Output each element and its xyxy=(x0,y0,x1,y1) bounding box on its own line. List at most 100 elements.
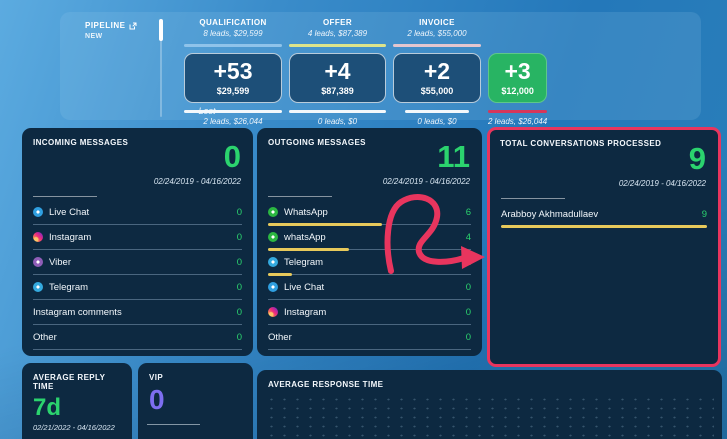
total-conversations-panel: TOTAL CONVERSATIONS PROCESSED 9 02/24/20… xyxy=(487,127,721,367)
divider xyxy=(147,424,200,425)
pipeline-stage: QUALIFICATION 8 leads, $29,599 +53 $29,5… xyxy=(184,18,282,126)
stage-progress-bar xyxy=(393,44,481,47)
pipeline-title: PIPELINE xyxy=(85,21,125,30)
stage-lost-summary: 2 leads, $26,044 xyxy=(203,117,262,126)
stage-card[interactable]: +4 $87,389 xyxy=(289,53,386,103)
stage-name: INVOICE xyxy=(419,18,455,28)
channel-label: Viber xyxy=(49,257,237,268)
channel-row: Instagram 0 xyxy=(268,300,471,325)
stage-lost-bar xyxy=(488,110,547,113)
channel-label: Other xyxy=(268,332,466,343)
livechat-icon xyxy=(268,282,278,292)
channel-row: Instagram comments 0 xyxy=(33,300,242,325)
channel-label: Live Chat xyxy=(284,282,466,293)
divider xyxy=(501,198,565,199)
conversations-total: 9 xyxy=(689,143,706,174)
channel-value: 0 xyxy=(237,207,242,218)
channel-label: Other xyxy=(33,332,237,343)
incoming-messages-panel: INCOMING MESSAGES 0 02/24/2019 - 04/16/2… xyxy=(22,128,253,356)
panel-title: AVERAGE RESPONSE TIME xyxy=(268,380,711,389)
stage-progress-bar xyxy=(184,44,282,47)
channel-label: Instagram comments xyxy=(33,307,237,318)
telegram-icon xyxy=(268,257,278,267)
stage-card-count: +53 xyxy=(213,60,252,83)
stage-card-count: +3 xyxy=(504,60,530,83)
channel-label: Live Chat xyxy=(49,207,237,218)
user-list: Arabboy Akhmadullaev 9 xyxy=(501,202,707,227)
outgoing-total: 11 xyxy=(437,141,470,172)
pipeline-stages: QUALIFICATION 8 leads, $29,599 +53 $29,5… xyxy=(184,18,547,126)
channel-label: whatsApp xyxy=(284,232,466,243)
date-range: 02/24/2019 - 04/16/2022 xyxy=(383,177,470,186)
pipeline-stage: +3 $12,000 2 leads, $26,044 xyxy=(488,18,547,126)
chart-grid xyxy=(265,395,714,439)
channel-row: Viber 0 xyxy=(33,250,242,275)
outgoing-messages-panel: OUTGOING MESSAGES 11 02/24/2019 - 04/16/… xyxy=(257,128,482,356)
external-link-icon[interactable] xyxy=(129,22,137,30)
livechat-icon xyxy=(33,207,43,217)
channel-row: Telegram 1 xyxy=(268,250,471,275)
channel-value: 0 xyxy=(237,282,242,293)
stage-card-count: +4 xyxy=(324,60,350,83)
stage-card-amount: $55,000 xyxy=(421,86,454,96)
channel-row: Other 0 xyxy=(268,325,471,350)
whatsapp-icon xyxy=(268,232,278,242)
scrollbar-thumb[interactable] xyxy=(159,19,163,41)
average-reply-time-panel: AVERAGE REPLY TIME 7d 02/21/2022 - 04/16… xyxy=(22,363,132,439)
channel-row: Live Chat 0 xyxy=(33,200,242,225)
user-row: Arabboy Akhmadullaev 9 xyxy=(501,202,707,227)
channel-value: 0 xyxy=(237,332,242,343)
channel-value: 0 xyxy=(466,282,471,293)
stage-card-count: +2 xyxy=(424,60,450,83)
pipeline-status: NEW xyxy=(85,33,137,40)
stage-card-amount: $12,000 xyxy=(501,86,534,96)
channel-value: 0 xyxy=(466,307,471,318)
stage-progress-bar xyxy=(289,44,386,47)
pipeline-scrollbar[interactable] xyxy=(160,19,162,117)
user-bar xyxy=(501,225,707,228)
average-response-time-panel: AVERAGE RESPONSE TIME xyxy=(257,370,722,439)
stage-summary: 2 leads, $55,000 xyxy=(407,29,466,40)
channel-label: Instagram xyxy=(284,307,466,318)
channel-value: 0 xyxy=(237,307,242,318)
stage-card[interactable]: +2 $55,000 xyxy=(393,53,481,103)
stage-lost-bar xyxy=(289,110,386,113)
stage-summary: 4 leads, $87,389 xyxy=(308,29,367,40)
channel-value: 0 xyxy=(237,232,242,243)
panel-title: TOTAL CONVERSATIONS PROCESSED xyxy=(500,139,708,148)
channel-list: WhatsApp 6 whatsApp 4 Telegram 1 Live Ch… xyxy=(268,200,471,350)
stage-card-amount: $29,599 xyxy=(217,86,250,96)
user-value: 9 xyxy=(702,209,707,220)
instagram-icon xyxy=(268,307,278,317)
stage-card[interactable]: +3 $12,000 xyxy=(488,53,547,103)
panel-title: INCOMING MESSAGES xyxy=(33,138,242,147)
stage-lost-summary: 2 leads, $26,044 xyxy=(488,117,547,126)
date-range: 02/24/2019 - 04/16/2022 xyxy=(619,179,706,188)
pipeline-stage: INVOICE 2 leads, $55,000 +2 $55,000 0 le… xyxy=(393,18,481,126)
pipeline-link[interactable]: PIPELINE xyxy=(85,21,137,30)
date-range: 02/24/2019 - 04/16/2022 xyxy=(154,177,241,186)
telegram-icon xyxy=(33,282,43,292)
stage-name: OFFER xyxy=(323,18,352,28)
incoming-total: 0 xyxy=(224,141,241,172)
stage-card[interactable]: +53 $29,599 xyxy=(184,53,282,103)
user-label: Arabboy Akhmadullaev xyxy=(501,209,702,220)
channel-label: Instagram xyxy=(49,232,237,243)
divider xyxy=(268,196,332,197)
pipeline-stage: OFFER 4 leads, $87,389 +4 $87,389 0 lead… xyxy=(289,18,386,126)
vip-panel: VIP 0 xyxy=(138,363,253,439)
channel-row: whatsApp 4 xyxy=(268,225,471,250)
viber-icon xyxy=(33,257,43,267)
date-range: 02/21/2022 - 04/16/2022 xyxy=(33,423,121,432)
channel-row: Live Chat 0 xyxy=(268,275,471,300)
channel-value: 0 xyxy=(237,257,242,268)
channel-value: 4 xyxy=(466,232,471,243)
channel-label: Telegram xyxy=(49,282,237,293)
stage-card-amount: $87,389 xyxy=(321,86,354,96)
instagram-icon xyxy=(33,232,43,242)
panel-title: AVERAGE REPLY TIME xyxy=(33,373,121,391)
channel-row: Other 0 xyxy=(33,325,242,350)
channel-label: Telegram xyxy=(284,257,466,268)
channel-row: WhatsApp 6 xyxy=(268,200,471,225)
channel-value: 6 xyxy=(466,207,471,218)
